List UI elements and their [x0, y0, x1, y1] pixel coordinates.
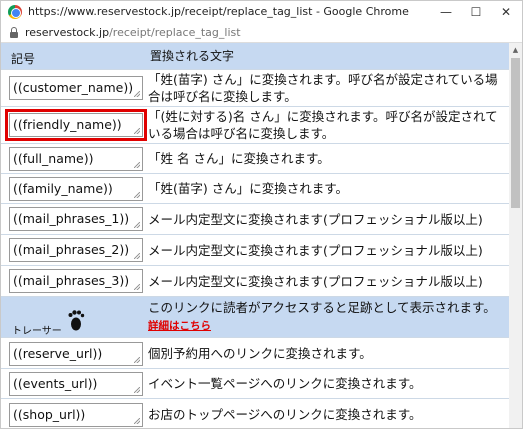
table-row: ((full_name)) 「姓 名 さん」に変換されます。: [1, 144, 509, 174]
tag-field-mail-phrases-3[interactable]: ((mail_phrases_3)): [9, 269, 143, 293]
details-link[interactable]: 詳細はこちら: [148, 320, 211, 332]
url-host: reservestock.jp: [25, 26, 110, 39]
row-desc: メール内定型文に変換されます(プロフェッショナル版以上): [148, 242, 483, 258]
browser-window: https://www.reservestock.jp/receipt/repl…: [0, 0, 523, 429]
tag-field-mail-phrases-1[interactable]: ((mail_phrases_1)): [9, 207, 143, 231]
row-desc: 「姓(苗字) さん」に変換されます。呼び名が設定されている場合は呼び名に変換しま…: [148, 72, 498, 104]
url-path: /receipt/replace_tag_list: [109, 26, 241, 39]
table-row: ((mail_phrases_2)) メール内定型文に変換されます(プロフェッシ…: [1, 235, 509, 266]
tag-table: 記号 置換される文字 ((customer_name)) 「姓(苗字) さん」に…: [1, 43, 509, 428]
lock-icon: [10, 27, 18, 38]
table-row: ((reserve_url)) 個別予約用へのリンクに変換されます。: [1, 338, 509, 369]
tag-field-friendly-name[interactable]: ((friendly_name)): [5, 109, 147, 141]
tag-field-full-name[interactable]: ((full_name)): [9, 147, 143, 171]
row-desc: 「(姓に対する)名 さん」に変換されます。呼び名が設定されている場合は呼び名に変…: [148, 109, 498, 141]
row-desc: 個別予約用へのリンクに変換されます。: [148, 345, 372, 361]
url-text[interactable]: reservestock.jp/receipt/replace_tag_list: [25, 26, 241, 39]
header-tag: 記号: [11, 52, 36, 66]
row-desc: イベント一覧ページへのリンクに変換されます。: [148, 376, 422, 391]
minimize-button[interactable]: —: [431, 1, 461, 23]
chrome-icon: [8, 5, 22, 19]
table-row: ((shop_url)) お店のトップページへのリンクに変換されます。: [1, 399, 509, 428]
table-row-tracer: トレーサー このリンクに読者がアクセスすると足跡として表示されます。 詳細はこち…: [1, 297, 509, 338]
table-row: ((mail_phrases_1)) メール内定型文に変換されます(プロフェッシ…: [1, 204, 509, 235]
close-button[interactable]: ✕: [491, 1, 521, 23]
tracer-desc: このリンクに読者がアクセスすると足跡として表示されます。: [148, 300, 496, 315]
tag-field-events-url[interactable]: ((events_url)): [9, 372, 143, 396]
window-title: https://www.reservestock.jp/receipt/repl…: [28, 5, 409, 18]
row-desc: メール内定型文に変換されます(プロフェッショナル版以上): [148, 273, 483, 289]
scroll-up-arrow-icon[interactable]: ▲: [509, 43, 522, 57]
row-desc: このリンクに読者がアクセスすると足跡として表示されます。 詳細はこちら: [148, 297, 505, 337]
header-desc: 置換される文字: [150, 48, 235, 63]
table-row: ((family_name)) 「姓(苗字) さん」に変換されます。: [1, 174, 509, 204]
table-row: ((customer_name)) 「姓(苗字) さん」に変換されます。呼び名が…: [1, 70, 509, 107]
table-header: 記号 置換される文字: [1, 43, 509, 70]
row-desc: 「姓 名 さん」に変換されます。: [148, 151, 330, 166]
footprint-icon[interactable]: [67, 309, 85, 331]
address-bar[interactable]: reservestock.jp/receipt/replace_tag_list: [1, 23, 522, 43]
scroll-thumb[interactable]: [511, 58, 520, 208]
tag-field-shop-url[interactable]: ((shop_url)): [9, 403, 143, 427]
row-desc: お店のトップページへのリンクに変換されます。: [148, 407, 422, 422]
title-bar: https://www.reservestock.jp/receipt/repl…: [1, 1, 522, 23]
row-desc: メール内定型文に変換されます(プロフェッショナル版以上): [148, 211, 483, 227]
tag-field-mail-phrases-2[interactable]: ((mail_phrases_2)): [9, 238, 143, 262]
table-row: ((events_url)) イベント一覧ページへのリンクに変換されます。: [1, 369, 509, 399]
row-desc: 「姓(苗字) さん」に変換されます。: [148, 181, 348, 196]
maximize-button[interactable]: ☐: [461, 1, 491, 23]
tracer-label: トレーサー: [12, 326, 62, 337]
vertical-scrollbar[interactable]: ▲: [509, 43, 522, 428]
tag-field-reserve-url[interactable]: ((reserve_url)): [9, 342, 143, 366]
table-row: ((mail_phrases_3)) メール内定型文に変換されます(プロフェッシ…: [1, 266, 509, 297]
tag-field-customer-name[interactable]: ((customer_name)): [9, 76, 143, 100]
table-row: ((friendly_name)) 「(姓に対する)名 さん」に変換されます。呼…: [1, 107, 509, 144]
tag-field-family-name[interactable]: ((family_name)): [9, 177, 143, 201]
